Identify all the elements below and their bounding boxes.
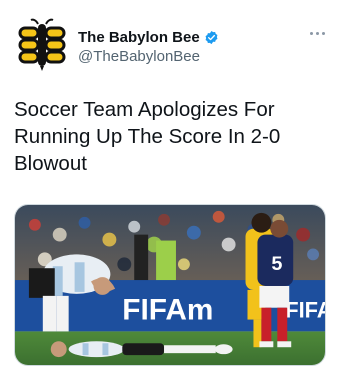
tweet-photo[interactable]: FIFAm FIFAm <box>14 204 326 366</box>
name-row: The Babylon Bee <box>78 27 219 47</box>
tweet-text: Soccer Team Apologizes For Running Up Th… <box>14 98 281 175</box>
tweet-card[interactable]: The Babylon Bee @TheBabylonBee Soccer Te… <box>0 0 340 374</box>
verified-badge-icon <box>205 30 218 44</box>
display-name[interactable]: The Babylon Bee <box>78 29 200 46</box>
board-text-1: FIFAm <box>122 294 213 327</box>
jersey-number: 5 <box>271 253 282 275</box>
account-handle[interactable]: @TheBabylonBee <box>78 48 200 65</box>
bee-logo-icon[interactable] <box>14 16 70 72</box>
more-options-icon[interactable] <box>306 26 328 40</box>
board-text-2: FIFAm <box>285 298 325 323</box>
